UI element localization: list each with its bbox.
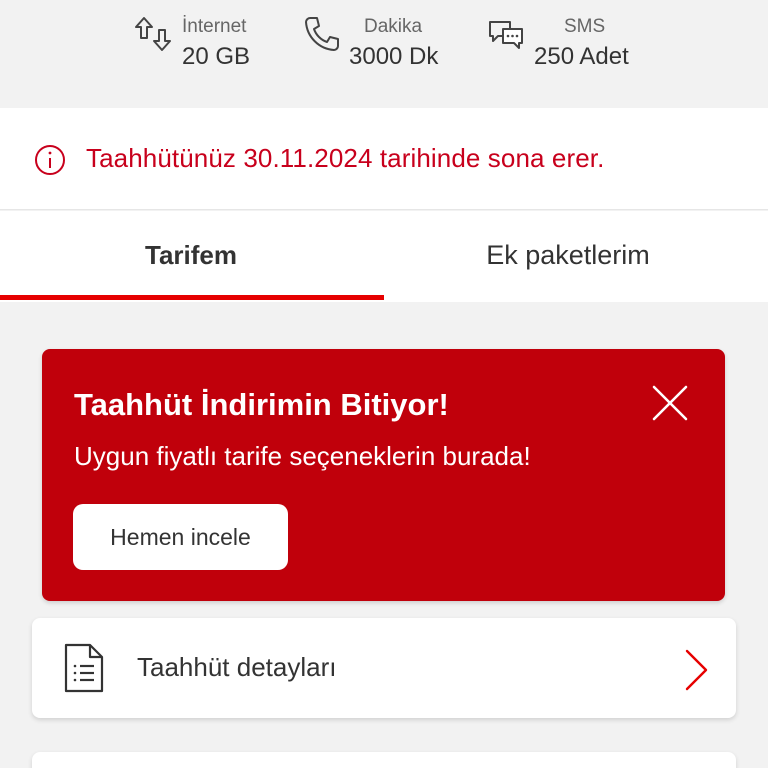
usage-sms-label: SMS [564, 16, 606, 37]
usage-sms-value: 250 Adet [534, 43, 629, 70]
tab-bar: Tarifem Ek paketlerim [0, 211, 768, 302]
active-tab-indicator [0, 295, 384, 300]
usage-sms: SMS 250 Adet [486, 0, 646, 80]
tariff-page: İnternet 20 GB Dakika 3000 Dk SMS 250 Ad… [0, 0, 768, 768]
document-icon [64, 643, 104, 693]
usage-internet-label: İnternet [182, 16, 247, 37]
usage-internet-value: 20 GB [182, 43, 251, 70]
usage-internet: İnternet 20 GB [134, 0, 274, 80]
chevron-right-icon [685, 649, 708, 691]
info-icon [35, 145, 65, 175]
data-transfer-icon [135, 17, 171, 51]
chat-bubbles-icon [489, 21, 523, 49]
banner-subtitle: Uygun fiyatlı tarife seçeneklerin burada… [74, 441, 531, 471]
commitment-ending-banner: Taahhüt İndirimin Bitiyor! Uygun fiyatlı… [42, 349, 725, 601]
tab-tarifem[interactable]: Tarifem [0, 211, 384, 302]
commitment-notice: Taahhütünüz 30.11.2024 tarihinde sona er… [0, 108, 768, 210]
usage-summary: İnternet 20 GB Dakika 3000 Dk SMS 250 Ad… [0, 0, 768, 108]
next-list-card[interactable] [32, 752, 736, 768]
usage-minutes-label: Dakika [364, 16, 423, 37]
commitment-details-label: Taahhüt detayları [137, 652, 337, 682]
usage-minutes-value: 3000 Dk [349, 43, 439, 70]
banner-title: Taahhüt İndirimin Bitiyor! [74, 387, 449, 422]
commitment-notice-text: Taahhütünüz 30.11.2024 tarihinde sona er… [86, 143, 605, 173]
commitment-details-row[interactable]: Taahhüt detayları [32, 618, 736, 718]
tab-ek-paketlerim[interactable]: Ek paketlerim [384, 211, 768, 302]
phone-icon [305, 17, 339, 51]
close-icon[interactable] [650, 383, 690, 423]
usage-minutes: Dakika 3000 Dk [300, 0, 450, 80]
review-now-button[interactable]: Hemen incele [73, 504, 288, 570]
tab-ek-paketlerim-label: Ek paketlerim [486, 240, 650, 270]
tab-tarifem-label: Tarifem [145, 240, 237, 270]
